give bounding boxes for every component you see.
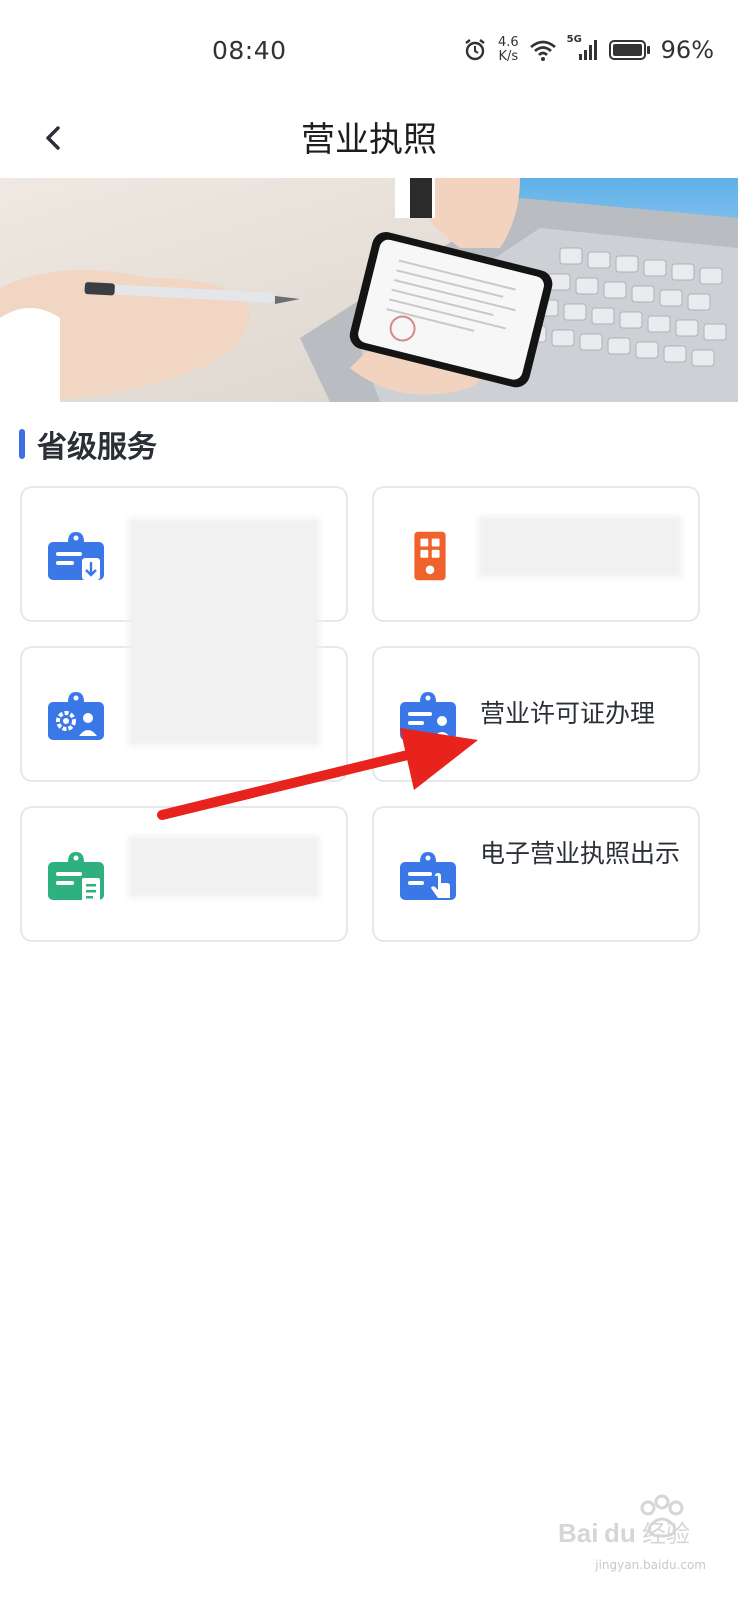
wifi-icon [529, 40, 556, 61]
battery-icon [608, 40, 650, 60]
service-card-label: 营业许可证办理 [480, 699, 656, 728]
blur-overlay [128, 518, 320, 746]
card-hand-icon [400, 852, 456, 900]
net-speed-value: 4.6 [497, 35, 519, 50]
svg-text:经验: 经验 [642, 1520, 690, 1548]
card-settings-user-icon [48, 692, 104, 740]
svg-text:Bai: Bai [558, 1518, 598, 1548]
net-speed-unit: K/s [498, 49, 519, 64]
svg-text:du: du [604, 1518, 636, 1548]
blur-overlay [128, 836, 320, 898]
watermark-url: jingyan.baidu.com [595, 1558, 706, 1572]
alarm-icon [465, 39, 485, 61]
section-accent-bar [19, 429, 25, 459]
remote-qr-icon [414, 531, 446, 581]
status-icons: 4.6 K/s 5G 96% [462, 34, 714, 64]
section-header: 省级服务 [19, 424, 157, 465]
banner-image [0, 178, 738, 402]
baidu-watermark-logo: Bai du 经验 [558, 1494, 690, 1548]
section-title: 省级服务 [37, 430, 157, 465]
service-card-e-license-display[interactable]: 电子营业执照出示 [372, 806, 700, 942]
status-bar: 08:40 4.6 K/s 5G 96% [0, 0, 738, 100]
status-time: 08:40 [212, 36, 287, 65]
net-speed: 4.6 K/s [498, 36, 519, 64]
service-card-label: 电子营业执照出示 [480, 839, 681, 868]
cellular-signal-icon: 5G [567, 34, 599, 62]
card-download-icon [48, 532, 104, 580]
blur-overlay [478, 516, 682, 578]
page-title: 营业执照 [301, 120, 437, 160]
nav-bar: 营业执照 [0, 100, 738, 178]
card-document-icon [48, 852, 104, 902]
battery-percent: 96% [660, 36, 714, 64]
card-user-icon [400, 692, 456, 740]
service-card-business-permit[interactable]: 营业许可证办理 [372, 646, 700, 782]
